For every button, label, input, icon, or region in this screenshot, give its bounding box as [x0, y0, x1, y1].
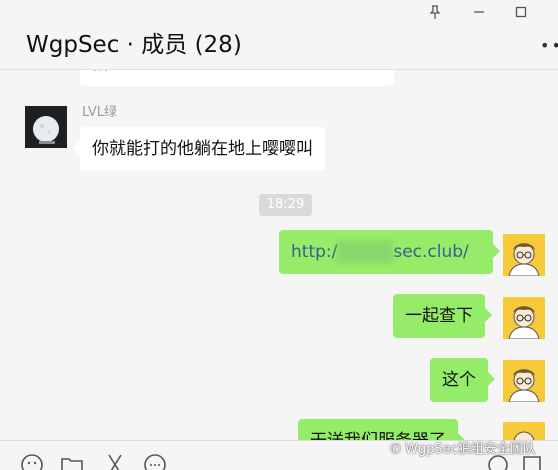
message-text: 一起查下: [405, 306, 473, 326]
chat-header: WgpSec · 成员 (28) ••: [0, 0, 558, 70]
watermark: ✆ WgpSec狼组安全团队: [390, 438, 536, 457]
message-text-cut: …: [92, 70, 109, 76]
avatar-lvl[interactable]: [25, 106, 67, 148]
redacted-blur: [337, 241, 394, 263]
minimize-icon[interactable]: [470, 3, 488, 21]
message-bubble-own[interactable]: 这个: [430, 358, 495, 402]
message-bubble-own[interactable]: 一起查下: [393, 294, 492, 338]
avatar-self[interactable]: [503, 360, 545, 402]
more-icon[interactable]: ••: [540, 36, 558, 55]
url-prefix[interactable]: http:/: [291, 242, 337, 262]
message-list[interactable]: … LVL绿 你就能打的他躺在地上嘤嘤叫 18:29 http:/ sec.clu…: [0, 70, 558, 440]
timestamp: 18:29: [259, 194, 312, 216]
wechat-icon: ✆: [390, 442, 406, 457]
folder-icon[interactable]: [60, 453, 84, 470]
message-bubble-url[interactable]: http:/ sec.club/: [279, 230, 500, 274]
avatar-self[interactable]: [503, 234, 545, 276]
message-bubble-cut[interactable]: …: [73, 70, 394, 86]
message-text: 这个: [442, 370, 476, 390]
pin-icon[interactable]: [426, 3, 444, 21]
message-bubble-own[interactable]: 干送我们服务器了: [298, 419, 465, 440]
maximize-icon[interactable]: [512, 3, 530, 21]
message-text: 你就能打的他躺在地上嘤嘤叫: [92, 139, 313, 159]
watermark-text: WgpSec狼组安全团队: [405, 442, 536, 457]
message-bubble-left[interactable]: 你就能打的他躺在地上嘤嘤叫: [73, 127, 325, 171]
avatar-self[interactable]: [503, 297, 545, 339]
url-suffix[interactable]: sec.club/: [393, 242, 468, 262]
chat-title: WgpSec · 成员 (28): [26, 32, 242, 58]
chat-history-icon[interactable]: [143, 453, 167, 470]
scissors-icon[interactable]: [103, 453, 127, 470]
sender-name: LVL绿: [82, 105, 117, 120]
emoji-icon[interactable]: [20, 453, 44, 470]
